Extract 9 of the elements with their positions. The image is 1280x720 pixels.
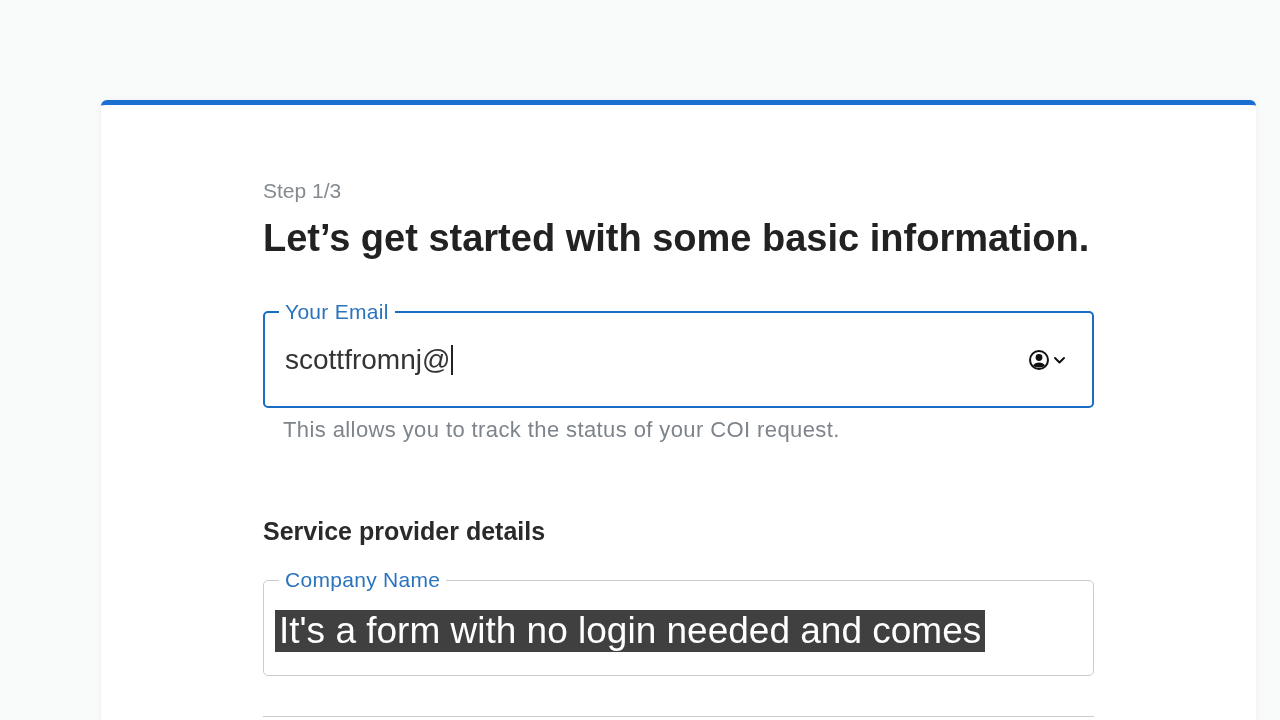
text-cursor-icon (451, 345, 454, 375)
field-label: Company Name (284, 568, 442, 592)
field-label: Your Email (284, 300, 390, 324)
helper-text: This allows you to track the status of your COI request. (283, 418, 841, 442)
section-title: Service provider details (263, 517, 547, 545)
person-chevron-icon[interactable] (1029, 349, 1067, 371)
step-indicator: Step 1/3 (263, 179, 343, 203)
video-caption: It's a form with no login needed and comes (275, 610, 986, 652)
form-heading: Let’s get started with some basic information. (263, 218, 1091, 258)
